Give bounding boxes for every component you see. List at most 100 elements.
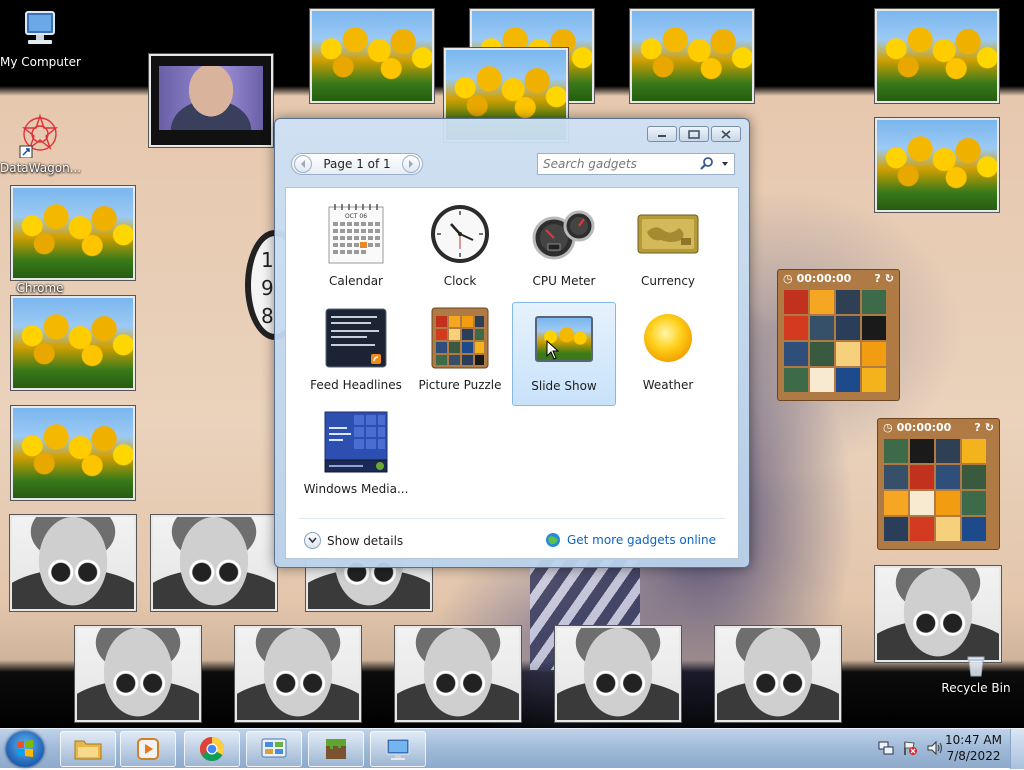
recycle-bin-label: Recycle Bin — [941, 681, 1011, 695]
portrait-tile[interactable] — [151, 515, 277, 611]
gadget-label: Picture Puzzle — [418, 378, 502, 392]
slideshow-tile[interactable] — [11, 186, 135, 280]
show-desktop-button[interactable] — [1010, 729, 1024, 769]
control-panel-icon — [261, 738, 287, 758]
get-more-gadgets-label: Get more gadgets online — [566, 533, 716, 547]
taskbar-explorer[interactable] — [60, 731, 116, 767]
page-label: Page 1 of 1 — [323, 157, 391, 171]
refresh-icon[interactable]: ↻ — [885, 272, 894, 285]
portrait-tile[interactable] — [235, 626, 361, 722]
picture-puzzle-gadget[interactable]: ◷ 00:00:00 ? ↻ — [777, 269, 900, 401]
volume-icon[interactable] — [926, 740, 944, 756]
slideshow-tile[interactable] — [11, 406, 135, 500]
gadgets-window: Page 1 of 1 OCT — [274, 118, 750, 568]
gadget-label: Calendar — [329, 274, 383, 288]
taskbar-clock[interactable]: 10:47 AM 7/8/2022 — [945, 732, 1002, 764]
desktop-icon-datawagon[interactable]: DataWagon... — [0, 112, 81, 175]
picture-puzzle-gadget[interactable]: ◷ 00:00:00 ? ↻ — [877, 418, 1000, 550]
gadget-currency[interactable]: Currency — [616, 198, 720, 302]
globe-icon — [545, 533, 560, 547]
search-icon[interactable] — [699, 156, 715, 172]
calendar-month-label: OCT 06 — [345, 213, 367, 220]
taskbar-remote-desktop[interactable] — [370, 731, 426, 767]
gadget-label: Windows Media... — [303, 482, 409, 496]
puzzle-timer: 00:00:00 — [796, 272, 852, 285]
help-icon[interactable]: ? — [874, 272, 880, 285]
gadget-calendar[interactable]: OCT 06 Calendar — [304, 198, 408, 302]
gadget-cpu-meter[interactable]: CPU Meter — [512, 198, 616, 302]
gadget-picture-puzzle[interactable]: Picture Puzzle — [408, 302, 512, 406]
chevron-right-icon — [409, 160, 413, 168]
taskbar: 10:47 AM 7/8/2022 — [0, 728, 1024, 769]
get-more-gadgets-link[interactable]: Get more gadgets online — [545, 532, 716, 548]
chrome-icon — [199, 737, 225, 762]
taskbar-minecraft[interactable] — [308, 731, 364, 767]
portrait-tile[interactable] — [75, 626, 201, 722]
show-details-button[interactable]: Show details — [304, 532, 403, 549]
close-button[interactable] — [711, 126, 741, 142]
picture-puzzle-icon — [428, 306, 492, 370]
minimize-icon — [658, 135, 666, 137]
gadget-weather[interactable]: Weather — [616, 302, 720, 406]
video-thumbnail[interactable] — [149, 54, 273, 147]
taskbar-chrome[interactable] — [184, 731, 240, 767]
start-button[interactable] — [6, 731, 44, 767]
desktop-icon-chrome[interactable]: Chrome — [12, 281, 68, 295]
puzzle-grid[interactable] — [778, 287, 899, 395]
portrait-tile[interactable] — [715, 626, 841, 722]
gadget-windows-media[interactable]: Windows Media... — [304, 406, 408, 510]
timer-icon: ◷ — [883, 421, 893, 434]
gadget-label: Clock — [443, 274, 477, 288]
page-navigator: Page 1 of 1 — [291, 153, 423, 175]
chevron-down-icon[interactable] — [719, 156, 731, 172]
help-icon[interactable]: ? — [974, 421, 980, 434]
slideshow-tile[interactable] — [875, 118, 999, 212]
cpu-meter-icon — [532, 202, 596, 266]
gadget-clock[interactable]: Clock — [408, 198, 512, 302]
clock-icon — [428, 202, 492, 266]
portrait-tile[interactable] — [395, 626, 521, 722]
taskbar-control-panel[interactable] — [246, 731, 302, 767]
gadget-slide-show[interactable]: Slide Show — [512, 302, 616, 406]
gadget-label: Feed Headlines — [310, 378, 402, 392]
monitor-icon — [386, 738, 410, 760]
refresh-icon[interactable]: ↻ — [985, 421, 994, 434]
footer-divider — [298, 518, 726, 519]
show-details-label: Show details — [327, 533, 404, 548]
close-icon — [721, 129, 731, 139]
network-icon[interactable] — [878, 740, 894, 756]
search-input[interactable] — [538, 156, 699, 172]
computer-icon — [25, 11, 55, 44]
puzzle-timer: 00:00:00 — [896, 421, 952, 434]
slide-show-icon — [532, 307, 596, 371]
desktop-icon-my-computer[interactable]: My Computer — [0, 8, 81, 69]
slideshow-tile[interactable] — [310, 9, 434, 103]
weather-icon — [636, 306, 700, 370]
gadget-label: CPU Meter — [532, 274, 596, 288]
puzzle-toolbar: ◷ 00:00:00 ? ↻ — [878, 419, 999, 436]
windows-media-icon — [324, 410, 388, 474]
action-center-flag-icon[interactable] — [902, 740, 918, 756]
chrome-label: Chrome — [16, 281, 64, 295]
feed-headlines-icon — [324, 306, 388, 370]
gadget-gallery: OCT 06 Calendar Clock CPU Meter Currency… — [285, 187, 739, 559]
slideshow-tile[interactable] — [875, 9, 999, 103]
clock-time: 10:47 AM — [945, 733, 1002, 747]
puzzle-grid[interactable] — [878, 436, 999, 544]
restore-button[interactable] — [679, 126, 709, 142]
minimize-button[interactable] — [647, 126, 677, 142]
taskbar-media-player[interactable] — [120, 731, 176, 767]
desktop-icon-recycle-bin[interactable]: Recycle Bin — [936, 652, 1016, 695]
portrait-tile[interactable] — [555, 626, 681, 722]
portrait-tile[interactable] — [875, 566, 1001, 662]
gadget-grid: OCT 06 Calendar Clock CPU Meter Currency… — [304, 198, 720, 510]
my-computer-label: My Computer — [0, 55, 81, 69]
gadget-feed-headlines[interactable]: Feed Headlines — [304, 302, 408, 406]
next-page-button[interactable] — [402, 155, 420, 173]
slideshow-tile[interactable] — [630, 9, 754, 103]
previous-page-button[interactable] — [294, 155, 312, 173]
portrait-tile[interactable] — [10, 515, 136, 611]
puzzle-toolbar: ◷ 00:00:00 ? ↻ — [778, 270, 899, 287]
restore-icon — [688, 129, 700, 139]
slideshow-tile[interactable] — [11, 296, 135, 390]
